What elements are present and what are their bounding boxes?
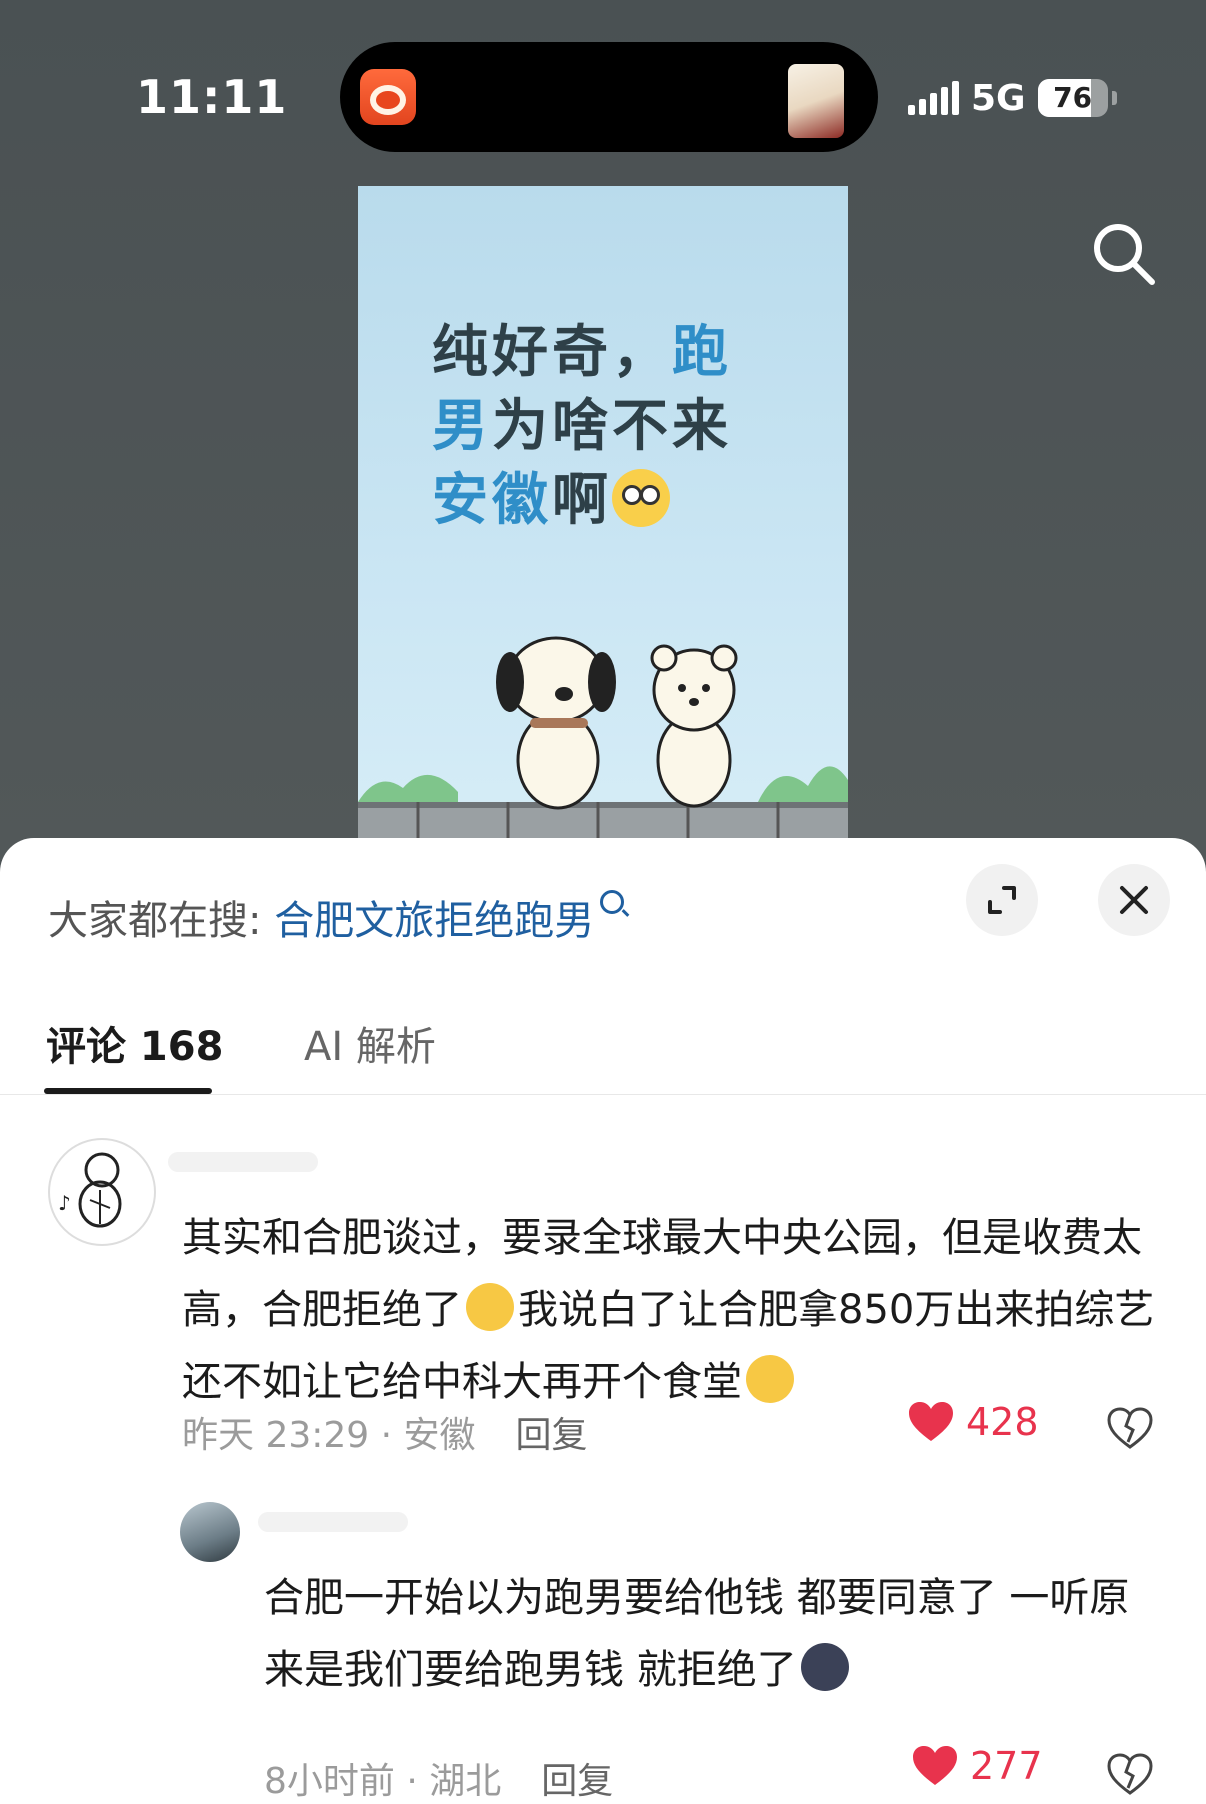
active-tab-indicator bbox=[44, 1088, 212, 1094]
signal-icon bbox=[908, 81, 959, 115]
tab-ai-analysis[interactable]: AI 解析 bbox=[304, 1014, 436, 1072]
status-time: 11:11 bbox=[136, 70, 288, 124]
avatar[interactable]: ♪ bbox=[48, 1138, 156, 1246]
username[interactable] bbox=[168, 1152, 318, 1172]
expand-icon bbox=[988, 886, 1016, 914]
search-icon[interactable] bbox=[1088, 218, 1160, 290]
cover-headline: 纯好奇，跑 男为啥不来 安徽啊 bbox=[432, 320, 732, 533]
post-cover-image[interactable]: 纯好奇，跑 男为啥不来 安徽啊 bbox=[358, 186, 848, 840]
comment-time-location: 8小时前 · 湖北 bbox=[264, 1761, 502, 1802]
network-label: 5G bbox=[971, 77, 1026, 119]
comment-meta: 8小时前 · 湖北 回复 bbox=[264, 1752, 613, 1804]
broken-heart-icon[interactable] bbox=[1106, 1404, 1154, 1452]
avatar[interactable] bbox=[180, 1502, 240, 1562]
reply-button[interactable]: 回复 bbox=[516, 1415, 588, 1456]
new-moon-face-emoji-icon bbox=[800, 1643, 849, 1691]
reply-button[interactable]: 回复 bbox=[541, 1761, 613, 1802]
crying-face-emoji-icon bbox=[746, 1355, 794, 1403]
heart-icon bbox=[913, 1746, 957, 1785]
comment-text: 其实和合肥谈过，要录全球最大中央公园，但是收费太高，合肥拒绝了 我说白了让合肥拿8… bbox=[182, 1215, 1155, 1405]
svg-text:♪: ♪ bbox=[58, 1191, 71, 1215]
dynamic-island[interactable] bbox=[340, 42, 878, 152]
trending-label: 大家都在搜: bbox=[48, 898, 275, 944]
tomato-app-icon bbox=[360, 69, 416, 125]
trending-query[interactable]: 合肥文旅拒绝跑男 bbox=[274, 898, 594, 944]
broken-heart-icon[interactable] bbox=[1106, 1750, 1154, 1798]
video-area: 11:11 5G 76 纯好奇，跑 男为啥不来 安徽啊 bbox=[0, 0, 1206, 860]
comment-meta: 昨天 23:29 · 安徽 回复 bbox=[182, 1406, 588, 1458]
battery-icon: 76 bbox=[1037, 79, 1108, 117]
heart-icon bbox=[909, 1402, 953, 1441]
comment-time-location: 昨天 23:29 · 安徽 bbox=[182, 1415, 476, 1456]
close-icon bbox=[1120, 886, 1148, 914]
like-count: 428 bbox=[966, 1400, 1039, 1444]
close-button[interactable] bbox=[1098, 864, 1170, 936]
dizzy-face-emoji-icon bbox=[466, 1283, 514, 1331]
tab-comments[interactable]: 评论 168 bbox=[46, 1014, 223, 1072]
like-button[interactable]: 428 bbox=[908, 1400, 1039, 1444]
like-button[interactable]: 277 bbox=[912, 1744, 1043, 1788]
like-count: 277 bbox=[970, 1744, 1043, 1788]
comment-sheet: 大家都在搜: 合肥文旅拒绝跑男 评论 168 AI 解析 ♪ 其实和合肥谈过，要… bbox=[0, 838, 1206, 1804]
dog-and-bear-illustration bbox=[358, 636, 848, 840]
expand-button[interactable] bbox=[966, 864, 1038, 936]
sweat-smile-emoji-icon bbox=[612, 469, 670, 527]
small-search-icon bbox=[600, 890, 625, 914]
tab-bar: 评论 168 AI 解析 bbox=[0, 994, 1206, 1095]
username[interactable] bbox=[258, 1512, 408, 1532]
trending-search-bar[interactable]: 大家都在搜: 合肥文旅拒绝跑男 bbox=[48, 888, 625, 946]
reply-comment-text: 合肥一开始以为跑男要给他钱 都要同意了 一听原来是我们要给跑男钱 就拒绝了 bbox=[264, 1575, 1130, 1693]
status-indicators: 5G 76 bbox=[908, 76, 1117, 120]
book-cover-thumbnail-icon bbox=[788, 64, 844, 138]
battery-level: 76 bbox=[1053, 81, 1093, 114]
